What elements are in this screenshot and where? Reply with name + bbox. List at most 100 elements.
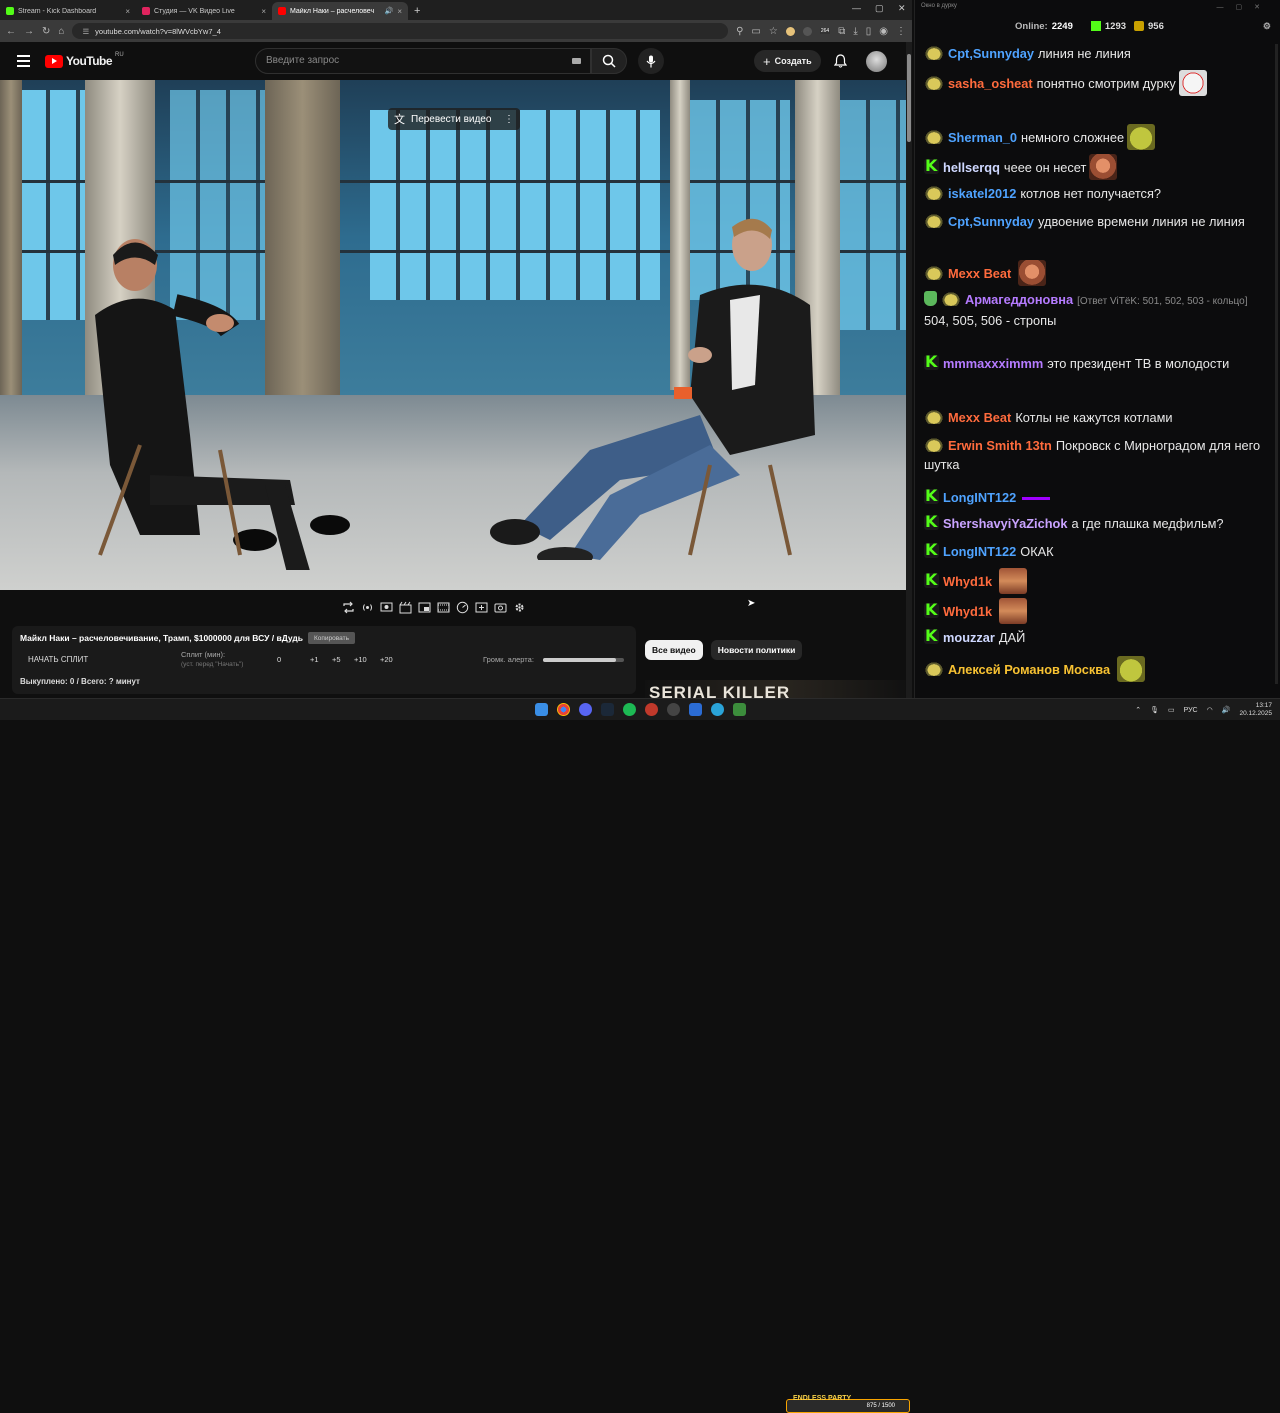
alert-volume-slider[interactable]: [543, 658, 624, 662]
video-player[interactable]: 文 Перевести видео ⋮: [0, 80, 906, 590]
avatar[interactable]: [866, 51, 887, 72]
chat-username[interactable]: Erwin Smith 13tn: [948, 438, 1052, 453]
chat-username[interactable]: Whyd1k: [943, 574, 992, 589]
copy-button[interactable]: Копировать: [308, 632, 355, 644]
split-value-input[interactable]: 0: [277, 655, 281, 664]
film-strip-icon[interactable]: [435, 600, 451, 614]
chat-scrollbar[interactable]: [1275, 44, 1278, 684]
tab-vk-studio[interactable]: Студия — VK Видео Live ×: [136, 2, 272, 20]
chat-username[interactable]: mouzzar: [943, 630, 995, 645]
new-tab-button[interactable]: +: [408, 2, 426, 20]
picture-in-picture-icon[interactable]: [416, 600, 432, 614]
player-icon[interactable]: [689, 703, 702, 716]
speedometer-icon[interactable]: [454, 600, 470, 614]
chat-username[interactable]: LongINT122: [943, 490, 1016, 505]
extension-icon[interactable]: [802, 26, 812, 36]
close-icon[interactable]: ×: [261, 7, 266, 16]
chat-username[interactable]: hellserqq: [943, 160, 1000, 175]
volume-icon[interactable]: 🔊: [1222, 706, 1231, 714]
bookmark-star-icon[interactable]: ☆: [769, 26, 778, 37]
profile-icon[interactable]: ◉: [879, 26, 888, 37]
telegram-icon[interactable]: [711, 703, 724, 716]
wifi-icon[interactable]: ◠: [1207, 706, 1213, 714]
recommended-video-thumbnail[interactable]: SERIAL KILLER: [645, 680, 907, 698]
chat-username[interactable]: Cpt,Sunnyday: [948, 214, 1034, 229]
search-button[interactable]: [591, 48, 627, 74]
sidebar-icon[interactable]: ▯: [866, 26, 872, 37]
broadcast-icon[interactable]: [359, 600, 375, 614]
loop-icon[interactable]: [340, 600, 356, 614]
page-scrollbar[interactable]: [906, 42, 912, 698]
zoom-icon[interactable]: ⚲: [736, 26, 743, 37]
language-indicator[interactable]: РУС: [1184, 707, 1198, 714]
hamburger-menu-icon[interactable]: [17, 55, 30, 67]
menu-dots-icon[interactable]: ⋮: [896, 26, 906, 37]
extension-badge[interactable]: 264: [819, 28, 831, 34]
notifications-bell-icon[interactable]: [833, 54, 848, 73]
discord-icon[interactable]: [579, 703, 592, 716]
close-icon[interactable]: ×: [125, 7, 130, 16]
windows-start-icon[interactable]: [535, 703, 548, 716]
youtube-logo[interactable]: YouTube RU: [45, 52, 124, 68]
network-icon[interactable]: ▭: [1168, 706, 1175, 714]
chat-username[interactable]: Mexx Beat: [948, 266, 1011, 281]
chat-username[interactable]: LongINT122: [943, 544, 1016, 559]
more-vertical-icon[interactable]: ⋮: [504, 114, 514, 125]
maximize-button[interactable]: ▢: [875, 3, 884, 14]
chat-username[interactable]: Mexx Beat: [948, 410, 1011, 425]
translate-video-button[interactable]: 文 Перевести видео ⋮: [388, 108, 520, 130]
tab-youtube-video[interactable]: Майкл Наки – расчеловеч 🔊 ×: [272, 2, 408, 20]
add-screen-icon[interactable]: [473, 600, 489, 614]
clapperboard-icon[interactable]: [397, 600, 413, 614]
add-10-button[interactable]: +10: [354, 655, 367, 664]
chat-window-controls[interactable]: —▢✕: [1217, 3, 1272, 11]
site-info-icon[interactable]: ☰: [82, 27, 89, 36]
chat-username[interactable]: iskatel2012: [948, 186, 1016, 201]
stream-goal-badge[interactable]: ENDLESS PARTY 875 / 1500: [786, 1395, 910, 1413]
steam-icon[interactable]: [601, 703, 614, 716]
add-1-button[interactable]: +1: [310, 655, 319, 664]
minimize-button[interactable]: —: [852, 3, 861, 13]
scrollbar-thumb[interactable]: [907, 54, 911, 142]
spotify-icon[interactable]: [623, 703, 636, 716]
cast-icon[interactable]: ▭: [751, 26, 760, 37]
reload-icon[interactable]: ↻: [42, 26, 50, 37]
settings-icon[interactable]: ⚙: [1263, 21, 1271, 32]
chat-username[interactable]: sasha_osheat: [948, 76, 1033, 91]
keyboard-icon[interactable]: [572, 58, 581, 64]
chat-username[interactable]: ShershavyiYaZichok: [943, 516, 1067, 531]
screen-eye-icon[interactable]: [378, 600, 394, 614]
chrome-icon[interactable]: [557, 703, 570, 716]
url-field[interactable]: ☰ youtube.com/watch?v=8lWVcbYw7_4: [72, 23, 729, 39]
add-5-button[interactable]: +5: [332, 655, 341, 664]
forward-arrow-icon[interactable]: →: [24, 26, 34, 37]
chat-username[interactable]: Cpt,Sunnyday: [948, 46, 1034, 61]
microphone-icon[interactable]: 🎙: [1150, 706, 1159, 714]
home-icon[interactable]: ⌂: [58, 26, 64, 37]
search-input[interactable]: Введите запрос: [255, 48, 591, 74]
chip-all-videos[interactable]: Все видео: [645, 640, 703, 660]
extension-icon[interactable]: [785, 26, 795, 36]
extensions-puzzle-icon[interactable]: ⧉: [838, 26, 845, 37]
chevron-up-icon[interactable]: ⌃: [1135, 706, 1141, 714]
tab-kick-dashboard[interactable]: Stream - Kick Dashboard ×: [0, 2, 136, 20]
create-button[interactable]: + Создать: [754, 50, 821, 72]
chat-username[interactable]: Whyd1k: [943, 604, 992, 619]
clock[interactable]: 13:17 20.12.2025: [1239, 702, 1272, 718]
start-split-button[interactable]: НАЧАТЬ СПЛИТ: [28, 655, 88, 664]
speaker-icon[interactable]: 🔊: [385, 7, 394, 15]
reply-reference[interactable]: [Ответ ViTёK: 501, 502, 503 - кольцо]: [1077, 296, 1247, 307]
voice-search-button[interactable]: [638, 48, 664, 74]
obs-icon[interactable]: [667, 703, 680, 716]
chat-username[interactable]: Алексей Романов Москва: [948, 662, 1110, 677]
back-arrow-icon[interactable]: ←: [6, 26, 16, 37]
chat-username[interactable]: Sherman_0: [948, 130, 1017, 145]
close-window-button[interactable]: ✕: [898, 3, 906, 14]
app-icon[interactable]: [645, 703, 658, 716]
chat-username[interactable]: Армагеддоновна: [965, 292, 1073, 307]
app-icon[interactable]: [733, 703, 746, 716]
chip-politics-news[interactable]: Новости политики: [710, 640, 803, 660]
add-20-button[interactable]: +20: [380, 655, 393, 664]
gear-icon[interactable]: [511, 600, 527, 614]
close-icon[interactable]: ×: [397, 7, 402, 16]
